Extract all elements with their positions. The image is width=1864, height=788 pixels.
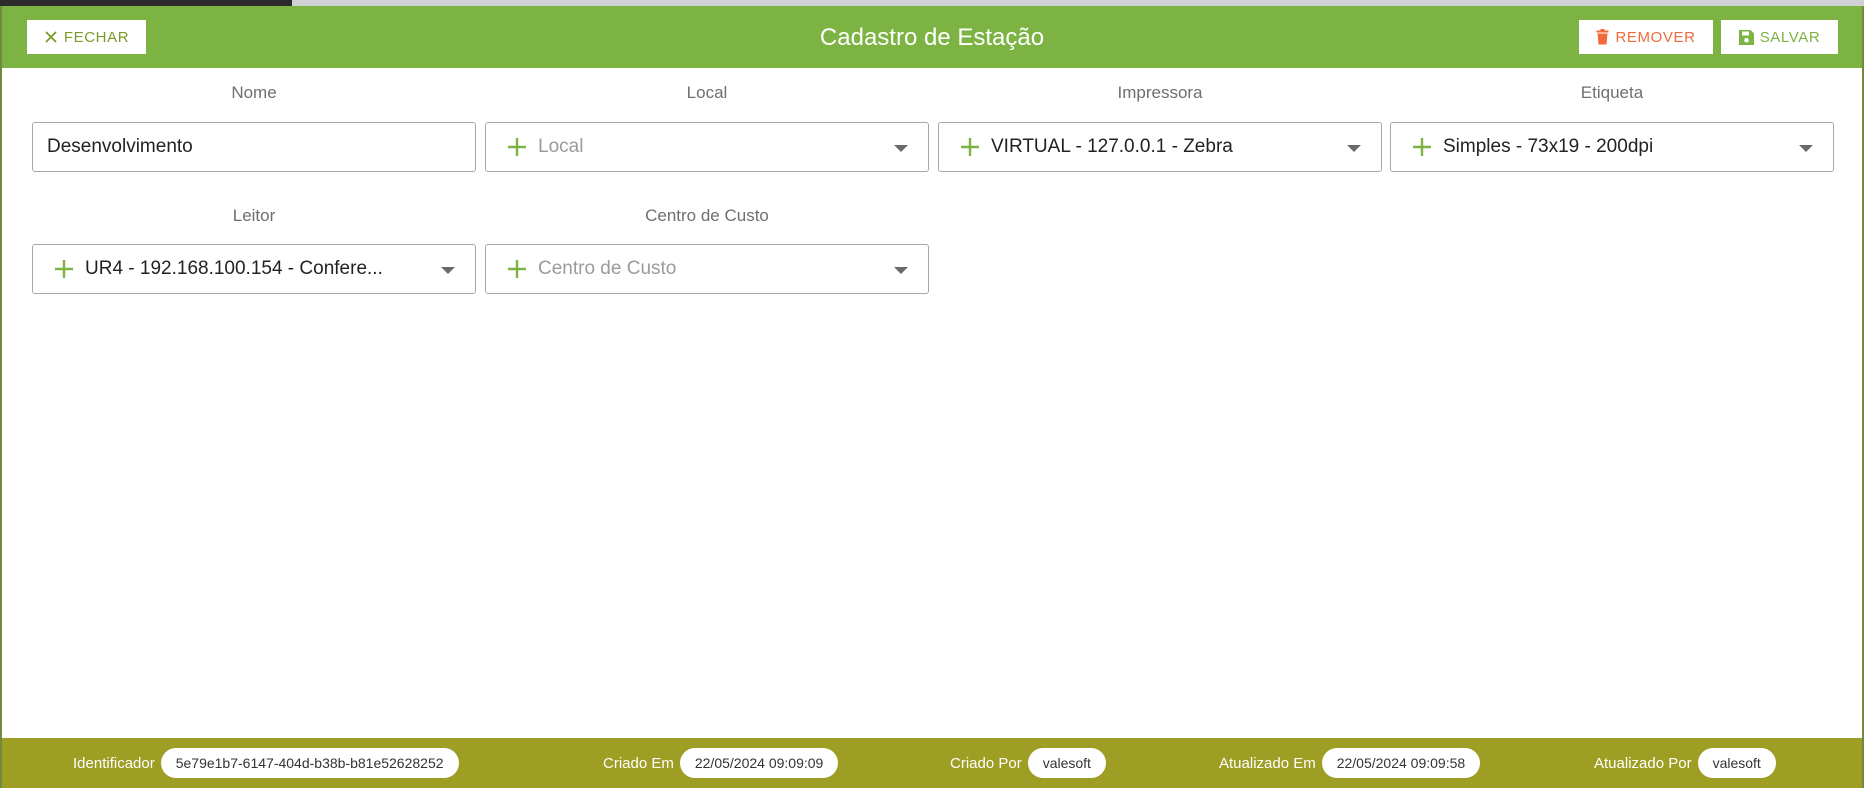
plus-icon[interactable] [506,136,528,158]
remove-button-label: REMOVER [1615,28,1696,46]
etiqueta-value: Simples - 73x19 - 200dpi [1443,136,1654,157]
leitor-value: UR4 - 192.168.100.154 - Confere... [85,258,383,279]
remove-button[interactable]: REMOVER [1579,20,1713,54]
local-placeholder: Local [538,136,584,157]
footer-identificador: Identificador 5e79e1b7-6147-404d-b38b-b8… [73,748,459,778]
plus-icon[interactable] [1411,136,1433,158]
local-select[interactable]: Local [485,122,929,172]
caret-down-icon[interactable] [894,267,908,274]
plus-icon[interactable] [53,258,75,280]
nome-label: Nome [231,83,277,102]
criado-em-label: Criado Em [603,754,674,772]
local-label: Local [686,83,728,102]
centro-custo-placeholder: Centro de Custo [538,258,677,279]
criado-por-value: valesoft [1027,748,1106,778]
atualizado-por-value: valesoft [1697,748,1776,778]
plus-icon[interactable] [506,258,528,280]
identificador-label: Identificador [73,754,155,772]
impressora-select[interactable]: VIRTUAL - 127.0.0.1 - Zebra [938,122,1382,172]
leitor-label: Leitor [232,206,276,225]
centro-custo-label: Centro de Custo [645,206,769,225]
footer-criado-em: Criado Em 22/05/2024 09:09:09 [603,748,839,778]
atualizado-por-label: Atualizado Por [1594,754,1692,772]
criado-por-label: Criado Por [950,754,1022,772]
leitor-select[interactable]: UR4 - 192.168.100.154 - Confere... [32,244,476,294]
atualizado-em-label: Atualizado Em [1219,754,1316,772]
nome-input[interactable]: Desenvolvimento [32,122,476,172]
identificador-value: 5e79e1b7-6147-404d-b38b-b81e52628252 [160,748,459,778]
caret-down-icon[interactable] [1799,145,1813,152]
station-dialog: FECHAR Cadastro de Estação REMOVER SALVA… [2,6,1862,788]
caret-down-icon[interactable] [1347,145,1361,152]
etiqueta-select[interactable]: Simples - 73x19 - 200dpi [1390,122,1834,172]
footer-atualizado-em: Atualizado Em 22/05/2024 09:09:58 [1219,748,1481,778]
centro-custo-select[interactable]: Centro de Custo [485,244,929,294]
save-icon [1738,29,1754,45]
nome-input-value: Desenvolvimento [47,136,193,157]
save-button-label: SALVAR [1759,28,1821,46]
atualizado-em-value: 22/05/2024 09:09:58 [1321,748,1481,778]
impressora-value: VIRTUAL - 127.0.0.1 - Zebra [991,136,1233,157]
footer-atualizado-por: Atualizado Por valesoft [1594,748,1776,778]
caret-down-icon[interactable] [441,267,455,274]
dialog-header: FECHAR Cadastro de Estação REMOVER SALVA… [2,6,1862,68]
footer-criado-por: Criado Por valesoft [950,748,1106,778]
trash-icon [1596,29,1609,45]
save-button[interactable]: SALVAR [1721,20,1838,54]
dialog-footer: Identificador 5e79e1b7-6147-404d-b38b-b8… [2,738,1862,788]
criado-em-value: 22/05/2024 09:09:09 [679,748,839,778]
impressora-label: Impressora [1117,83,1203,102]
etiqueta-label: Etiqueta [1580,83,1644,102]
plus-icon[interactable] [959,136,981,158]
caret-down-icon[interactable] [894,145,908,152]
